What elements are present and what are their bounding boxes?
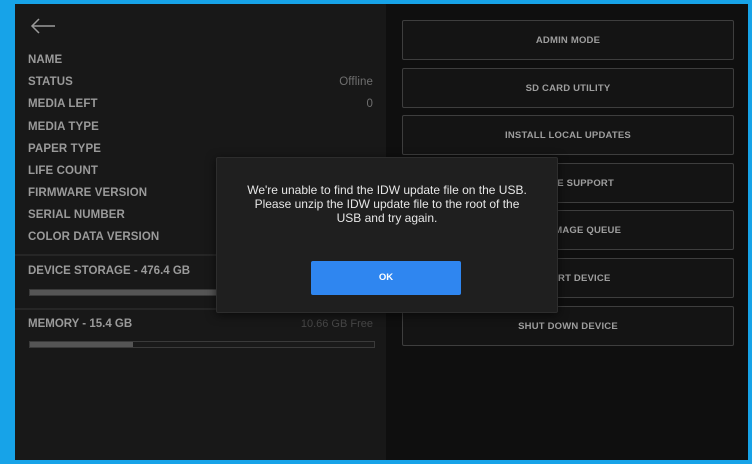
info-label: MEDIA TYPE xyxy=(28,121,99,133)
info-label: STATUS xyxy=(28,76,73,88)
info-value: 0 xyxy=(366,98,373,110)
info-row-media-left: MEDIA LEFT 0 xyxy=(28,98,373,118)
memory-title: MEMORY - 15.4 GB xyxy=(28,318,133,330)
info-label: SERIAL NUMBER xyxy=(28,209,125,221)
memory-bar-fill xyxy=(30,342,134,347)
error-dialog: We're unable to find the IDW update file… xyxy=(216,157,558,313)
storage-bar-fill xyxy=(30,290,230,295)
storage-title: DEVICE STORAGE - 476.4 GB xyxy=(28,265,191,277)
sd-card-utility-button[interactable]: SD CARD UTILITY xyxy=(402,68,734,108)
info-label: NAME xyxy=(28,54,63,66)
back-arrow-icon[interactable] xyxy=(29,16,57,36)
info-row-name: NAME xyxy=(28,54,373,74)
info-value: Offline xyxy=(339,76,373,88)
install-local-updates-button[interactable]: INSTALL LOCAL UPDATES xyxy=(402,115,734,155)
info-row-media-type: MEDIA TYPE xyxy=(28,121,373,141)
info-label: PAPER TYPE xyxy=(28,143,101,155)
memory-bar xyxy=(29,341,375,348)
admin-mode-button[interactable]: ADMIN MODE xyxy=(402,20,734,60)
dialog-message: We're unable to find the IDW update file… xyxy=(247,183,527,225)
info-label: FIRMWARE VERSION xyxy=(28,187,148,199)
info-label: MEDIA LEFT xyxy=(28,98,98,110)
info-row-status: STATUS Offline xyxy=(28,76,373,96)
info-label: COLOR DATA VERSION xyxy=(28,231,160,243)
info-label: LIFE COUNT xyxy=(28,165,98,177)
memory-free: 10.66 GB Free xyxy=(300,318,373,330)
ok-button[interactable]: OK xyxy=(311,261,461,295)
